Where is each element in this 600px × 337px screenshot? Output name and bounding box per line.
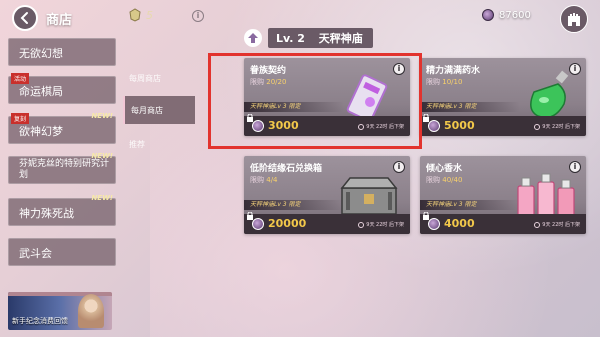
- sidebar-item-yushen[interactable]: 复刻 NEW! 欲神幻梦: [8, 112, 116, 144]
- sidebar: 无欲幻想 活动 命运棋局 复刻 NEW! 欲神幻梦 NEW! 芬妮克丝的特别研究…: [0, 34, 118, 337]
- purchase-limit: 限购 40/40: [426, 176, 463, 184]
- castle-icon: [568, 13, 580, 26]
- shop-card-stone-box[interactable]: 低阶结缘石兑换箱 限购 4/4 i 天秤神庙Lv 3 限定 20000 9天 2…: [244, 156, 410, 234]
- level-number: Lv. 2: [276, 32, 305, 45]
- temple-name: 天秤神庙: [318, 32, 363, 45]
- clock-icon: [534, 221, 541, 228]
- back-arrow-icon: [20, 12, 28, 24]
- badge-value: 5: [146, 8, 153, 22]
- clock-icon: [534, 123, 541, 130]
- sidebar-item-label: 武斗会: [19, 247, 52, 260]
- sidebar-item-mingyun[interactable]: 活动 命运棋局: [8, 73, 116, 104]
- purchase-limit: 限购 10/10: [426, 78, 463, 86]
- level-up-icon: [244, 29, 262, 47]
- currency-display: 87600: [482, 9, 531, 21]
- expiry-timer: 9天 22时 后下架: [358, 221, 404, 228]
- purchase-limit: 限购 4/4: [250, 176, 278, 184]
- treasure-chest-icon: [340, 177, 398, 215]
- item-price: 5000: [444, 119, 475, 132]
- new-badge: NEW!: [91, 194, 113, 202]
- sidebar-item-label: 芬妮克丝的特别研究计划: [19, 159, 110, 180]
- tab-recommend[interactable]: 推荐: [123, 130, 195, 158]
- sidebar-item-shenli[interactable]: NEW! 神力殊死战: [8, 194, 116, 226]
- coin-icon: [428, 218, 440, 230]
- new-badge: NEW!: [91, 112, 113, 120]
- tab-weekly-shop[interactable]: 每周商店: [123, 64, 195, 92]
- badge-counter: 5: [128, 8, 153, 22]
- back-button[interactable]: [12, 5, 38, 31]
- level-label: Lv. 2 天秤神庙: [268, 28, 373, 48]
- castle-button[interactable]: [560, 5, 588, 33]
- requirement-label: 天秤神庙Lv 3 限定: [244, 200, 344, 210]
- sidebar-item-label: 神力殊死战: [19, 207, 74, 220]
- sidebar-item-wudouhui[interactable]: 武斗会: [8, 238, 116, 266]
- expiry-timer: 9天 22时 后下架: [534, 221, 580, 228]
- page-title: 商店: [46, 13, 73, 28]
- currency-value: 87600: [499, 9, 531, 21]
- coin-icon: [482, 9, 494, 21]
- item-info-icon[interactable]: i: [393, 161, 405, 173]
- shop-card-potion[interactable]: 精力满满药水 限购 10/10 i 天秤神庙Lv 3 限定 5000 9天 22…: [420, 58, 586, 136]
- expiry-timer: 9天 22时 后下架: [534, 123, 580, 130]
- item-name: 低阶结缘石兑换箱: [250, 164, 323, 174]
- banner-text: 新手纪念消费回馈: [12, 317, 68, 325]
- item-price: 20000: [268, 217, 307, 230]
- shop-subtabs: 每周商店 每月商店 推荐: [123, 64, 199, 337]
- requirement-label: 天秤神庙Lv 3 限定: [420, 200, 520, 210]
- sidebar-item-label: 欲神幻梦: [19, 125, 63, 138]
- tab-label: 每周商店: [129, 73, 161, 83]
- promo-banner[interactable]: 新手纪念消费回馈: [8, 292, 112, 330]
- level-header: Lv. 2 天秤神庙: [244, 28, 373, 48]
- sidebar-item-label: 无欲幻想: [19, 47, 63, 60]
- sidebar-item-wuyu[interactable]: 无欲幻想: [8, 38, 116, 66]
- badge-icon: [129, 8, 141, 22]
- requirement-label: 天秤神庙Lv 3 限定: [420, 102, 520, 112]
- sidebar-item-fennikesi[interactable]: NEW! 芬妮克丝的特别研究计划: [8, 152, 116, 184]
- item-name: 倾心香水: [426, 164, 463, 174]
- coin-icon: [428, 120, 440, 132]
- banner-character-image: [78, 294, 104, 328]
- shop-card-perfume[interactable]: 倾心香水 限购 40/40 i 天秤神庙Lv 3 限定 4000 9天 22时 …: [420, 156, 586, 234]
- info-icon[interactable]: i: [192, 10, 204, 22]
- coin-icon: [252, 218, 264, 230]
- item-name: 精力满满药水: [426, 66, 481, 76]
- sidebar-item-label: 命运棋局: [19, 85, 63, 98]
- green-potion-icon: [530, 70, 569, 119]
- tab-monthly-shop[interactable]: 每月商店: [123, 96, 195, 124]
- tab-label: 推荐: [129, 139, 145, 149]
- tab-label: 每月商店: [131, 105, 163, 115]
- clock-icon: [358, 221, 365, 228]
- selection-highlight: [208, 53, 422, 149]
- item-price: 4000: [444, 217, 475, 230]
